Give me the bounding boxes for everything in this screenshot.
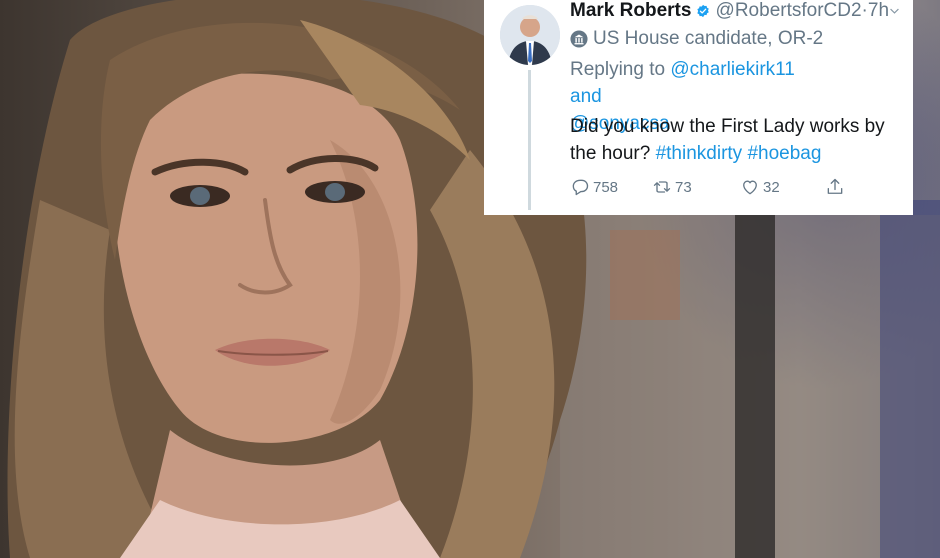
- tweet-actions: 758 73 32: [570, 176, 900, 198]
- tweet-header: Mark Roberts @RobertsforCD2 · 7h: [570, 0, 900, 22]
- candidate-label-text: US House candidate, OR-2: [593, 28, 824, 49]
- reply-conjunction: and: [570, 86, 602, 107]
- tweet-text: Did you know the First Lady works by the…: [570, 113, 900, 167]
- like-button[interactable]: 32: [740, 176, 780, 198]
- retweet-count: 73: [675, 178, 692, 196]
- share-icon: [827, 178, 843, 194]
- replying-prefix: Replying to: [570, 59, 666, 80]
- heart-icon: [743, 180, 757, 195]
- hashtag-1[interactable]: #thinkdirty: [656, 143, 743, 164]
- like-count: 32: [763, 178, 780, 196]
- reply-mention-1[interactable]: @charliekirk11: [670, 59, 795, 80]
- retweet-button[interactable]: 73: [652, 176, 692, 198]
- avatar-icon: [500, 5, 560, 65]
- hashtag-2[interactable]: #hoebag: [747, 143, 821, 164]
- candidate-label: US House candidate, OR-2: [570, 28, 823, 50]
- author-avatar[interactable]: [500, 5, 560, 65]
- thread-line: [528, 70, 531, 210]
- share-button[interactable]: [825, 176, 848, 198]
- retweet-icon: [653, 181, 671, 193]
- author-name[interactable]: Mark Roberts: [570, 0, 691, 22]
- reply-icon: [572, 179, 589, 196]
- author-handle[interactable]: @RobertsforCD2: [716, 0, 862, 22]
- tweet-card: Mark Roberts @RobertsforCD2 · 7h US Hous…: [484, 0, 913, 215]
- chevron-down-icon[interactable]: [889, 4, 900, 18]
- reply-count: 758: [593, 178, 619, 196]
- government-building-icon: [570, 30, 588, 48]
- reply-button[interactable]: 758: [570, 176, 618, 198]
- verified-badge-icon: [697, 4, 710, 18]
- tweet-timestamp[interactable]: 7h: [868, 0, 889, 22]
